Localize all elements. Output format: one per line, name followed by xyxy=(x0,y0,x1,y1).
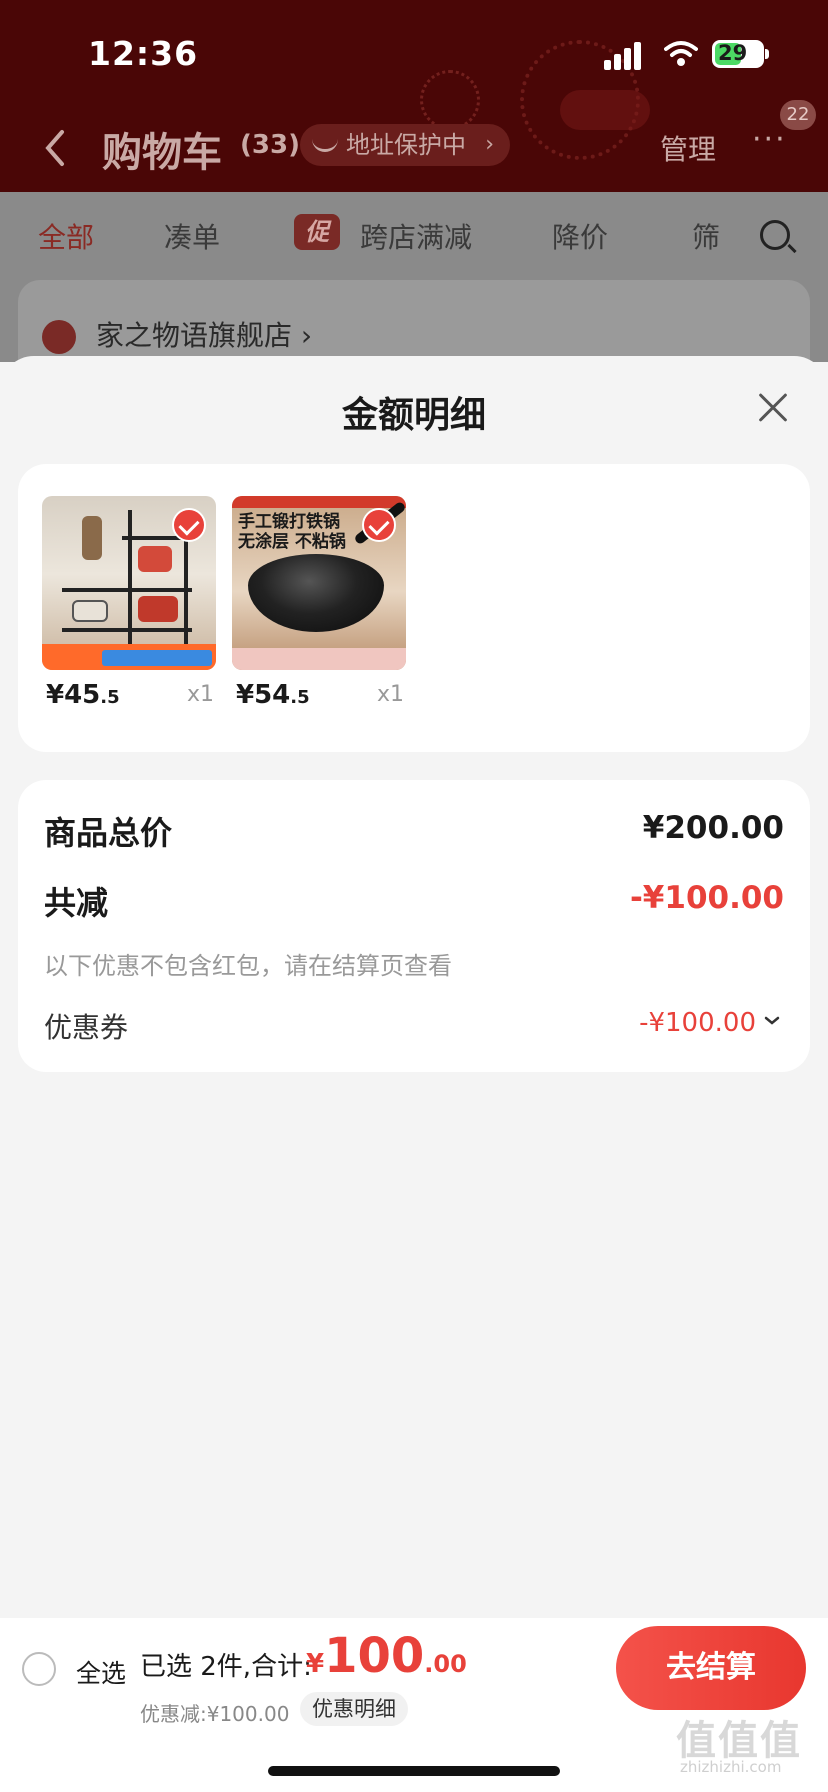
price-summary-card: 商品总价 ¥200.00 共减 -¥100.00 以下优惠不包含红包，请在结算页… xyxy=(18,780,810,1072)
address-protect-pill[interactable]: 地址保护中 › xyxy=(300,124,510,166)
filter-tabs: 全部 凑单 促 跨店满减 降价 筛 xyxy=(0,192,828,280)
watermark-url: zhizhizhi.com xyxy=(680,1758,782,1776)
discount-detail-button[interactable]: 优惠明细 xyxy=(300,1692,408,1726)
battery-icon: 29 xyxy=(712,40,769,68)
status-bar: 12:36 29 xyxy=(0,0,828,110)
tab-all[interactable]: 全部 xyxy=(38,216,94,256)
tab-price-drop[interactable]: 降价 xyxy=(552,216,608,256)
discount-line: 优惠减:¥100.00 xyxy=(140,1702,290,1726)
shop-name[interactable]: 家之物语旗舰店 › xyxy=(96,314,312,354)
chevron-down-icon[interactable] xyxy=(764,1008,780,1032)
coupon-value[interactable]: -¥100.00 xyxy=(639,1008,756,1038)
eye-closed-icon xyxy=(312,138,338,152)
status-time: 12:36 xyxy=(88,34,199,73)
tab-cross-store[interactable]: 跨店满减 xyxy=(360,216,472,256)
select-all-radio[interactable] xyxy=(22,1652,56,1686)
tab-filter[interactable]: 筛 xyxy=(692,216,720,256)
address-protect-label: 地址保护中 xyxy=(346,131,466,159)
reduction-value: -¥100.00 xyxy=(629,880,784,916)
total-price-value: ¥200.00 xyxy=(642,810,784,846)
total-amount: ¥100.00 xyxy=(306,1628,467,1684)
amount-detail-sheet: 金额明细 ¥45.5 x1 手工锻打铁锅 无涂层 不粘锅 ¥54.5 x1 商品… xyxy=(0,356,828,1618)
product-quantity: x1 xyxy=(376,682,404,707)
cart-count: (33) xyxy=(240,130,300,160)
product-image-rack xyxy=(42,496,216,670)
more-icon[interactable]: ··· xyxy=(752,122,787,157)
search-icon[interactable] xyxy=(760,220,790,250)
selected-check-icon[interactable] xyxy=(172,508,206,542)
shop-check-icon[interactable] xyxy=(42,320,76,354)
signal-icon xyxy=(604,40,648,70)
navbar: 购物车 (33) 地址保护中 › 管理 ··· 22 xyxy=(0,100,828,190)
promo-tag: 促 xyxy=(294,214,340,250)
reduction-note: 以下优惠不包含红包，请在结算页查看 xyxy=(44,952,452,980)
select-all-label[interactable]: 全选 xyxy=(76,1654,126,1690)
wifi-icon xyxy=(664,40,698,68)
cart-header: 12:36 29 购物车 (33) 地址保护中 › 管理 ··· 22 xyxy=(0,0,828,192)
checkout-button[interactable]: 去结算 xyxy=(616,1626,806,1710)
checkout-bar: 全选 已选 2件,合计: ¥100.00 优惠减:¥100.00 优惠明细 去结… xyxy=(0,1618,828,1792)
tab-couple-order[interactable]: 凑单 xyxy=(164,216,220,256)
close-icon[interactable] xyxy=(752,388,792,428)
selected-check-icon[interactable] xyxy=(362,508,396,542)
page-title: 购物车 xyxy=(102,130,222,176)
product-item[interactable]: 手工锻打铁锅 无涂层 不粘锅 ¥54.5 x1 xyxy=(232,496,406,710)
product-image-wok: 手工锻打铁锅 无涂层 不粘锅 xyxy=(232,496,406,670)
products-card: ¥45.5 x1 手工锻打铁锅 无涂层 不粘锅 ¥54.5 x1 xyxy=(18,464,810,752)
message-badge: 22 xyxy=(780,100,816,130)
product-quantity: x1 xyxy=(186,682,214,707)
battery-level: 29 xyxy=(718,41,748,65)
selected-summary: 已选 2件,合计: xyxy=(140,1652,312,1682)
product-image-text: 手工锻打铁锅 无涂层 不粘锅 xyxy=(238,512,346,552)
manage-button[interactable]: 管理 xyxy=(660,128,716,168)
total-price-label: 商品总价 xyxy=(44,814,173,852)
product-item[interactable]: ¥45.5 x1 xyxy=(42,496,216,710)
chevron-right-icon: › xyxy=(485,132,494,157)
coupon-label[interactable]: 优惠券 xyxy=(44,1006,128,1046)
cart-content-overlay: 全部 凑单 促 跨店满减 降价 筛 家之物语旗舰店 › xyxy=(0,192,828,400)
home-indicator xyxy=(268,1766,560,1776)
reduction-label: 共减 xyxy=(44,884,109,922)
product-price: ¥54.5 xyxy=(236,680,310,710)
sheet-title: 金额明细 xyxy=(341,395,486,436)
product-price: ¥45.5 xyxy=(46,680,120,710)
back-icon[interactable] xyxy=(40,126,70,170)
